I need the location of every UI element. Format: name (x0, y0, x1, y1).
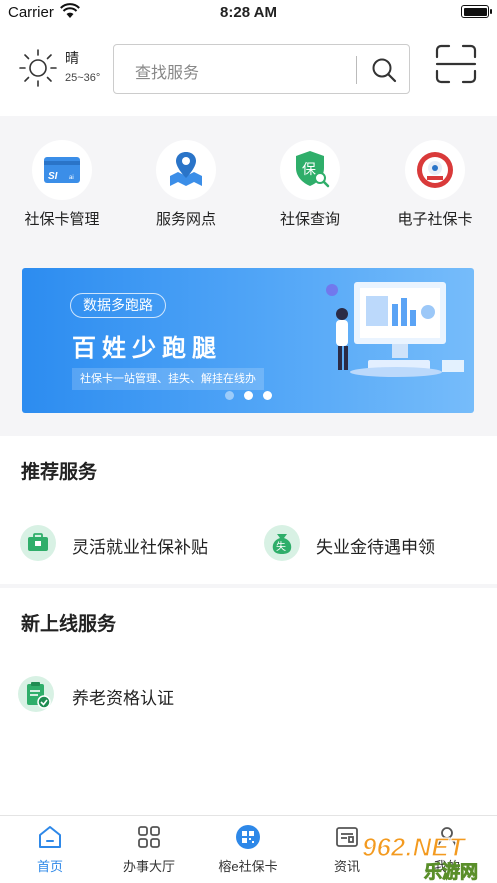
banner-pager (225, 390, 275, 402)
tab-home[interactable]: 首页 (0, 816, 100, 883)
svg-text:ai: ai (69, 175, 74, 181)
banner-illustration (302, 268, 474, 413)
home-icon (37, 824, 63, 850)
new-services-section: 新上线服务 养老资格认证 (0, 588, 497, 815)
banner-tag: 数据多跑路 (70, 293, 166, 318)
watermark-brand: 962.NET (362, 832, 467, 862)
quick-item-label: 社保查询 (279, 211, 340, 228)
tab-label: 首页 (36, 859, 63, 874)
service-label: 养老资格认证 (72, 689, 174, 708)
service-flexible-employment-subsidy[interactable]: 灵活就业社保补贴 (20, 525, 240, 565)
si-card-icon: SI ai (32, 140, 92, 200)
search-icon[interactable] (370, 56, 398, 84)
quick-item-label: 服务网点 (155, 211, 216, 228)
tab-label: 办事大厅 (122, 859, 175, 874)
grid-icon (136, 824, 162, 850)
tab-e-card[interactable]: 榕e社保卡 (198, 816, 298, 883)
banner-headline: 百姓少跑腿 (72, 335, 222, 362)
search-input[interactable]: 查找服务 (113, 44, 410, 94)
banner-pager-dot[interactable] (244, 391, 253, 400)
banner-pager-dot[interactable] (263, 391, 272, 400)
briefcase-icon (20, 525, 56, 561)
weather-condition: 晴 (65, 50, 79, 66)
watermark-caption: 乐游网 (424, 861, 478, 883)
battery-icon (461, 5, 492, 18)
promo-banner[interactable]: 数据多跑路 百姓少跑腿 社保卡一站管理、挂失、解挂在线办 (22, 268, 474, 413)
news-icon (334, 824, 360, 850)
status-bar: Carrier 8:28 AM (0, 0, 497, 26)
shield-search-icon: 保 (280, 140, 340, 200)
service-label: 灵活就业社保补贴 (72, 538, 208, 557)
header: 晴 25~36° 查找服务 (0, 26, 497, 116)
quick-item-e-si-card[interactable]: 电子社保卡 (375, 132, 495, 229)
clipboard-check-icon (18, 676, 54, 712)
banner-subline: 社保卡一站管理、挂失、解挂在线办 (72, 368, 264, 390)
sun-icon (18, 48, 58, 88)
social-security-seal-icon (405, 140, 465, 200)
service-pension-qualification[interactable]: 养老资格认证 (18, 676, 258, 716)
tab-label: 榕e社保卡 (218, 859, 278, 874)
service-unemployment-benefit[interactable]: 失 失业金待遇申领 (264, 525, 484, 565)
search-placeholder: 查找服务 (135, 65, 200, 82)
service-label: 失业金待遇申领 (316, 538, 435, 557)
weather-temperature: 25~36° (65, 72, 101, 84)
quick-item-si-query[interactable]: 保 社保查询 (250, 132, 370, 229)
svg-text:失: 失 (276, 540, 286, 553)
watermark-logo: 962.NET 乐游网 (358, 828, 497, 883)
quick-item-label: 电子社保卡 (397, 211, 473, 228)
banner-pager-dot[interactable] (225, 391, 234, 400)
recommended-section: 推荐服务 灵活就业社保补贴 失 失业金待遇申领 (0, 436, 497, 584)
map-pin-icon (156, 140, 216, 200)
quick-item-service-outlets[interactable]: 服务网点 (126, 132, 246, 229)
quick-item-si-card[interactable]: SI ai 社保卡管理 (2, 132, 122, 229)
section-title: 推荐服务 (21, 462, 98, 483)
svg-text:保: 保 (302, 162, 316, 178)
scan-icon[interactable] (435, 44, 477, 84)
svg-text:SI: SI (48, 171, 58, 182)
tab-service-hall[interactable]: 办事大厅 (99, 816, 199, 883)
quick-actions: SI ai 社保卡管理 服务网点 保 社保查询 电子社保卡 (0, 132, 497, 237)
section-title: 新上线服务 (21, 614, 117, 635)
qr-badge-icon (235, 824, 261, 850)
search-divider (356, 56, 357, 84)
quick-item-label: 社保卡管理 (24, 211, 100, 228)
money-bag-icon: 失 (264, 525, 300, 561)
clock: 8:28 AM (220, 4, 277, 21)
